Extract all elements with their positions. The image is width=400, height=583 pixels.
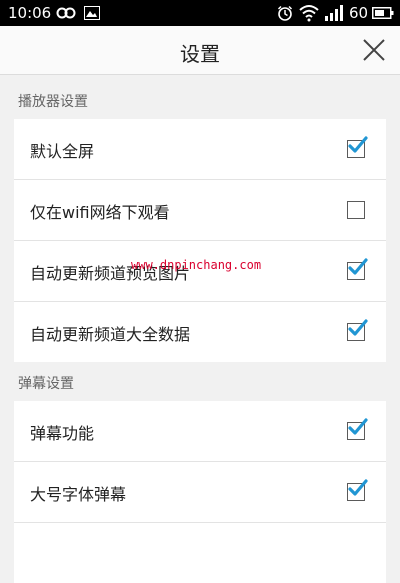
checkbox-update-channel-data[interactable] xyxy=(347,319,368,341)
player-settings-card: 默认全屏 仅在wifi网络下观看 自动更新频道预览图片 自动更新频道大全数据 xyxy=(14,119,386,362)
section-label-danmaku: 弹幕设置 xyxy=(18,376,74,392)
loop-notification-icon xyxy=(56,7,76,19)
status-bar: 10:06 60 xyxy=(0,0,400,26)
status-time: 10:06 xyxy=(8,4,52,22)
checkmark-icon xyxy=(348,319,368,336)
wifi-icon xyxy=(299,5,319,22)
checkmark-icon xyxy=(348,258,368,275)
watermark-text: www.dnpinchang.com xyxy=(131,258,262,272)
setting-row-danmaku[interactable]: 弹幕功能 xyxy=(14,401,386,462)
page-title: 设置 xyxy=(180,42,220,66)
setting-row-wifi-only[interactable]: 仅在wifi网络下观看 xyxy=(14,180,386,241)
checkbox-fullscreen[interactable] xyxy=(347,136,368,158)
setting-row-large-font-danmaku[interactable]: 大号字体弹幕 xyxy=(14,462,386,523)
image-notification-icon xyxy=(84,6,100,20)
checkmark-icon xyxy=(348,479,368,496)
setting-label: 弹幕功能 xyxy=(30,424,95,443)
checkbox-wifi-only[interactable] xyxy=(347,201,365,219)
setting-label: 大号字体弹幕 xyxy=(30,485,127,504)
setting-label: 默认全屏 xyxy=(30,142,95,161)
settings-header: 设置 xyxy=(0,26,400,75)
checkbox-large-font-danmaku[interactable] xyxy=(347,479,368,501)
close-icon[interactable] xyxy=(362,38,386,62)
checkbox-update-preview[interactable] xyxy=(347,258,368,280)
checkmark-icon xyxy=(348,418,368,435)
battery-level: 60 xyxy=(349,4,369,22)
danmaku-settings-card: 弹幕功能 大号字体弹幕 xyxy=(14,401,386,583)
checkmark-icon xyxy=(348,136,368,153)
signal-icon xyxy=(325,5,343,21)
setting-label: 自动更新频道大全数据 xyxy=(30,325,191,344)
battery-icon xyxy=(372,7,394,19)
setting-row-fullscreen[interactable]: 默认全屏 xyxy=(14,119,386,180)
alarm-icon xyxy=(277,5,293,21)
checkbox-danmaku[interactable] xyxy=(347,418,368,440)
setting-row-more xyxy=(14,523,386,583)
setting-label: 仅在wifi网络下观看 xyxy=(30,203,170,222)
section-label-player: 播放器设置 xyxy=(18,94,88,110)
setting-row-update-channel-data[interactable]: 自动更新频道大全数据 xyxy=(14,302,386,362)
